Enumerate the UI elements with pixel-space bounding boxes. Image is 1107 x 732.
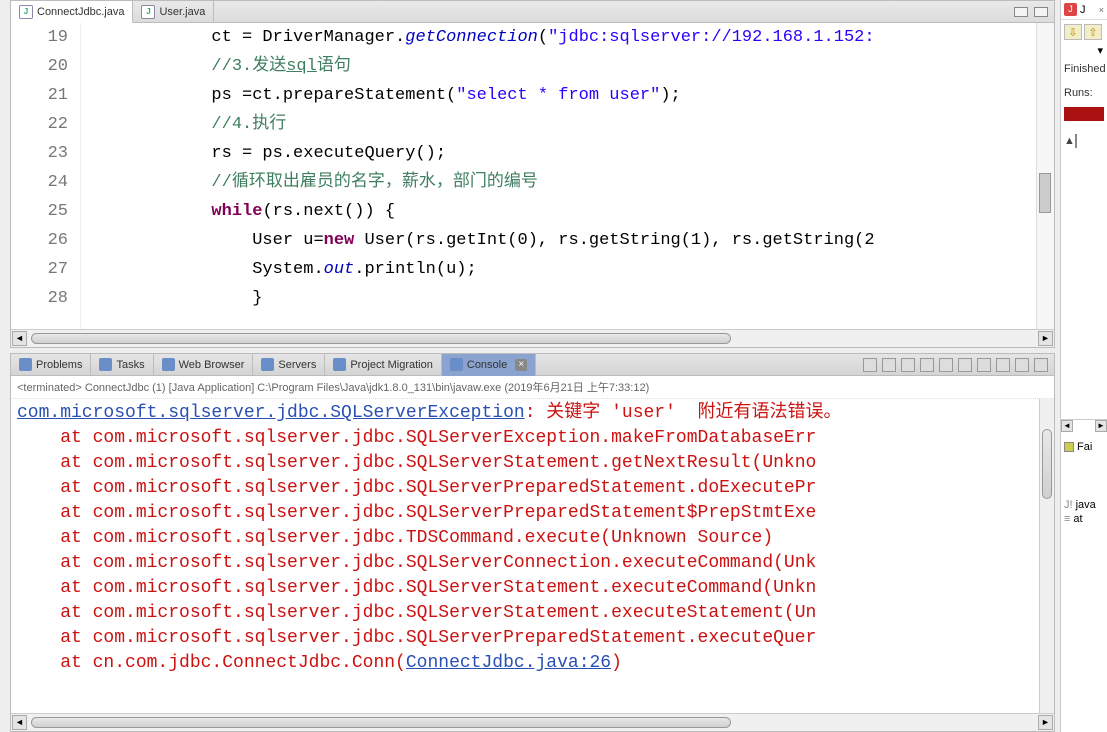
wrap-icon[interactable] <box>920 358 934 372</box>
editor-tabbar: J ConnectJdbc.java J User.java <box>11 1 1054 23</box>
console-icon <box>450 358 463 371</box>
tree-item[interactable]: J!java <box>1064 499 1104 511</box>
stack-line: at com.microsoft.sqlserver.jdbc.SQLServe… <box>17 576 1048 601</box>
exception-link[interactable]: com.microsoft.sqlserver.jdbc.SQLServerEx… <box>17 403 525 423</box>
junit-view: J J × ⇩ ⇧ ▾ Finished Runs: ▲ ◄ ► Fai J!j… <box>1060 0 1107 732</box>
junit-icon: J <box>1064 3 1077 16</box>
exception-msg: : 关键字 'user' 附近有语法错误。 <box>525 403 842 423</box>
stack-line: at com.microsoft.sqlserver.jdbc.SQLServe… <box>17 451 1048 476</box>
tasks-icon <box>99 358 112 371</box>
tab-projectmigration[interactable]: Project Migration <box>325 354 442 375</box>
close-icon[interactable]: × <box>1099 5 1104 15</box>
java-file-icon: J <box>19 5 33 19</box>
view-tabbar: Problems Tasks Web Browser Servers Proje… <box>11 354 1054 376</box>
tab-console[interactable]: Console× <box>442 354 536 376</box>
console-hscrollbar[interactable]: ◄ ► <box>11 713 1054 731</box>
editor-hscrollbar[interactable]: ◄ ► <box>11 329 1054 347</box>
tree-item[interactable]: ≡at <box>1064 513 1104 525</box>
runs-label: Runs: <box>1061 81 1107 105</box>
stack-line: at com.microsoft.sqlserver.jdbc.SQLServe… <box>17 601 1048 626</box>
view-menu-icon[interactable] <box>1015 358 1029 372</box>
projectmigration-icon <box>333 358 346 371</box>
code-text[interactable]: ct = DriverManager.getConnection("jdbc:s… <box>81 23 1036 329</box>
servers-icon <box>261 358 274 371</box>
minimize-icon[interactable] <box>1014 7 1028 17</box>
status-label: Finished <box>1061 57 1107 81</box>
scroll-thumb[interactable] <box>31 333 731 344</box>
scroll-lock-icon[interactable] <box>901 358 915 372</box>
scroll-left-icon[interactable]: ◄ <box>12 715 27 730</box>
errors-tree: ▲ <box>1061 123 1107 159</box>
tab-connectjdbc[interactable]: J ConnectJdbc.java <box>11 1 133 23</box>
editor-pane: J ConnectJdbc.java J User.java 192021222… <box>10 0 1055 348</box>
open-console-icon[interactable] <box>996 358 1010 372</box>
code-area[interactable]: 19202122232425262728 ct = DriverManager.… <box>11 23 1054 329</box>
dropdown-icon[interactable]: ▾ <box>1061 44 1107 57</box>
console-toolbar <box>863 354 1054 375</box>
stack-line: at com.microsoft.sqlserver.jdbc.SQLServe… <box>17 551 1048 576</box>
fail-label: Fai <box>1077 441 1092 453</box>
webbrowser-icon <box>162 358 175 371</box>
java-file-icon: J <box>141 5 155 19</box>
pin-console-icon[interactable] <box>958 358 972 372</box>
tab-label: User.java <box>159 6 205 18</box>
console-output[interactable]: com.microsoft.sqlserver.jdbc.SQLServerEx… <box>11 399 1054 713</box>
display-select-icon[interactable] <box>977 358 991 372</box>
tab-label: ConnectJdbc.java <box>37 6 124 18</box>
terminated-line: <terminated> ConnectJdbc (1) [Java Appli… <box>11 376 1054 399</box>
scroll-thumb[interactable] <box>31 717 731 728</box>
scroll-left-icon[interactable]: ◄ <box>1061 420 1073 432</box>
overview-ruler[interactable] <box>1036 23 1054 329</box>
remove-all-icon[interactable] <box>882 358 896 372</box>
scroll-right-icon[interactable]: ► <box>1038 331 1053 346</box>
junit-title: J <box>1080 4 1086 16</box>
stack-link[interactable]: ConnectJdbc.java:26 <box>406 653 611 673</box>
tab-servers[interactable]: Servers <box>253 354 325 375</box>
scroll-right-icon[interactable]: ► <box>1095 420 1107 432</box>
maximize-icon[interactable] <box>1034 7 1048 17</box>
stack-line: at com.microsoft.sqlserver.jdbc.SQLServe… <box>17 501 1048 526</box>
bottom-pane: Problems Tasks Web Browser Servers Proje… <box>10 353 1055 732</box>
clear-console-icon[interactable] <box>939 358 953 372</box>
stack-line: at com.microsoft.sqlserver.jdbc.SQLServe… <box>17 626 1048 651</box>
close-icon[interactable]: × <box>515 359 527 371</box>
tab-user[interactable]: J User.java <box>133 1 214 22</box>
remove-launch-icon[interactable] <box>863 358 877 372</box>
stack-line: at com.microsoft.sqlserver.jdbc.SQLServe… <box>17 426 1048 451</box>
ruler-thumb[interactable] <box>1039 173 1051 213</box>
min-max-icon[interactable] <box>1034 358 1048 372</box>
hscroll-mini[interactable]: ◄ ► <box>1061 419 1107 433</box>
stack-line: at com.microsoft.sqlserver.jdbc.TDSComma… <box>17 526 1048 551</box>
problems-icon <box>19 358 32 371</box>
stack-line: at com.microsoft.sqlserver.jdbc.SQLServe… <box>17 476 1048 501</box>
prev-failure-icon[interactable]: ⇩ <box>1064 24 1082 40</box>
vscroll-thumb[interactable] <box>1042 429 1052 499</box>
progress-bar <box>1064 107 1104 121</box>
tab-webbrowser[interactable]: Web Browser <box>154 354 254 375</box>
tab-tasks[interactable]: Tasks <box>91 354 153 375</box>
tab-problems[interactable]: Problems <box>11 354 91 375</box>
scroll-right-icon[interactable]: ► <box>1038 715 1053 730</box>
scroll-left-icon[interactable]: ◄ <box>12 331 27 346</box>
next-failure-icon[interactable]: ⇧ <box>1084 24 1102 40</box>
console-vscrollbar[interactable] <box>1039 399 1054 713</box>
line-gutter: 19202122232425262728 <box>11 23 81 329</box>
